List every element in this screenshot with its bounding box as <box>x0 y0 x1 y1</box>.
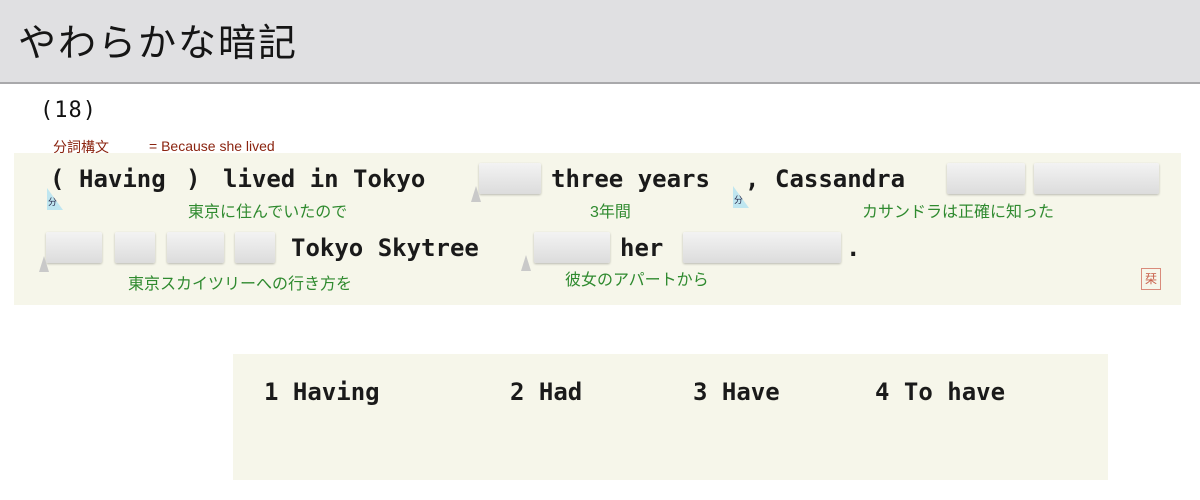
question-number: (18) <box>40 98 97 123</box>
blank-3[interactable] <box>1034 163 1159 194</box>
gloss-tokyo-lived: 東京に住んでいたので <box>188 204 348 221</box>
phrase-tokyo-skytree: Tokyo Skytree <box>291 234 479 262</box>
blank-4[interactable] <box>46 232 102 263</box>
blank-marker-icon-2 <box>39 256 49 272</box>
answer-having: Having <box>79 165 166 193</box>
choice-3[interactable]: 3 Have <box>693 378 780 406</box>
blank-6[interactable] <box>167 232 224 263</box>
gloss-cassandra-knew: カサンドラは正確に知った <box>862 204 1055 221</box>
blank-marker-icon <box>471 186 481 202</box>
blank-marker-icon-3 <box>521 255 531 271</box>
blank-9[interactable] <box>683 232 841 263</box>
choice-1[interactable]: 1 Having <box>264 378 380 406</box>
word-her: her <box>620 234 664 262</box>
grammar-note-text: = Because she lived <box>149 138 275 154</box>
gloss-three-years: 3年間 <box>590 204 631 221</box>
blank-7[interactable] <box>235 232 275 263</box>
gloss-from-apartment: 彼女のアパートから <box>565 272 709 289</box>
blank-1[interactable] <box>479 163 541 194</box>
close-paren: ) <box>186 165 201 193</box>
app-title: やわらかな暗記 <box>18 21 299 65</box>
blank-8[interactable] <box>534 232 610 263</box>
choice-2[interactable]: 2 Had <box>510 378 582 406</box>
choices-panel <box>233 354 1108 480</box>
gloss-way-to-skytree: 東京スカイツリーへの行き方を <box>128 276 353 293</box>
header-bar: やわらかな暗記 <box>0 0 1200 84</box>
word-cassandra: Cassandra <box>775 165 906 193</box>
choice-4[interactable]: 4 To have <box>875 378 1005 406</box>
comma: , <box>745 165 760 193</box>
period: . <box>846 234 861 262</box>
open-paren: ( <box>50 165 65 193</box>
phrase-three-years: three years <box>551 165 710 193</box>
phrase-lived-in-tokyo: lived in Tokyo <box>223 165 426 193</box>
blank-5[interactable] <box>115 232 155 263</box>
seal-stamp-icon: 栞 <box>1141 268 1161 290</box>
blank-2[interactable] <box>947 163 1025 194</box>
